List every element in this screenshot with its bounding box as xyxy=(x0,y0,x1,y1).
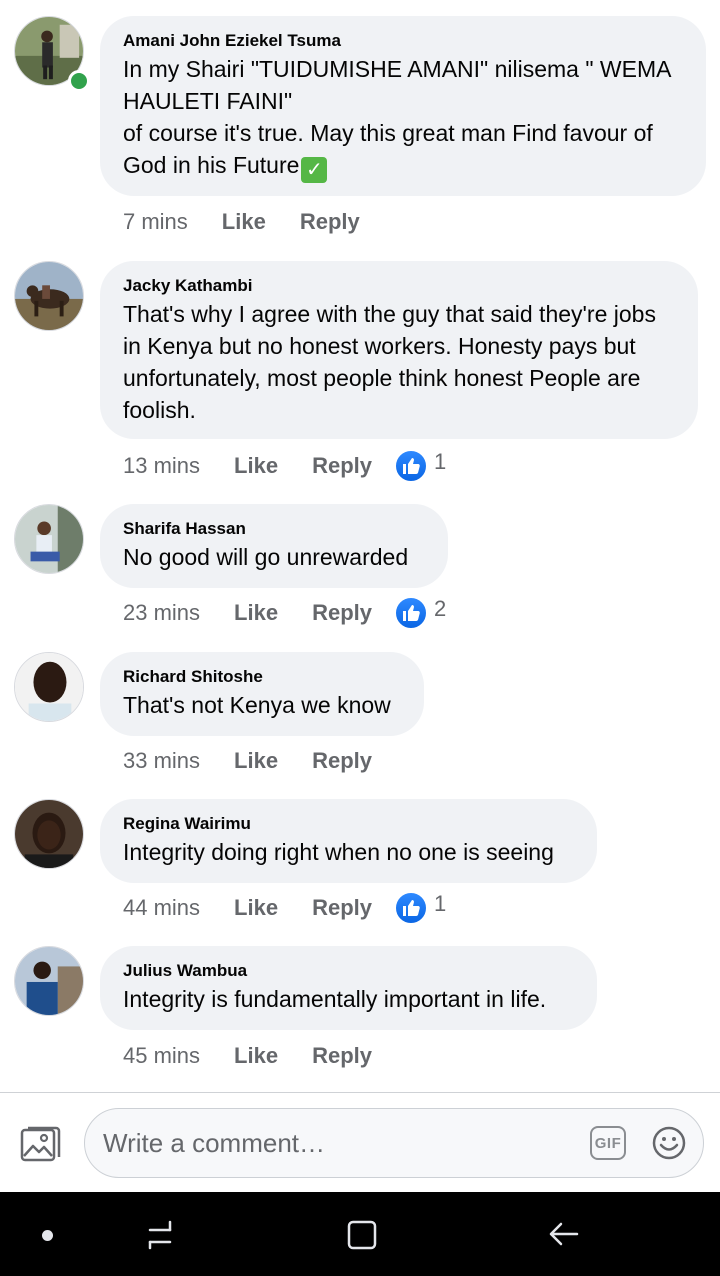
like-button[interactable]: Like xyxy=(234,895,278,921)
reaction-summary[interactable]: 1 xyxy=(394,891,446,925)
check-mark-emoji-icon: ✓ xyxy=(301,157,328,183)
like-button[interactable]: Like xyxy=(222,209,266,235)
system-navigation-bar xyxy=(0,1192,720,1276)
reply-button[interactable]: Reply xyxy=(312,600,372,626)
comment-text: That's not Kenya we know xyxy=(123,692,391,718)
comment-actions: 33 mins Like Reply xyxy=(123,744,372,778)
comment-timestamp[interactable]: 23 mins xyxy=(123,600,200,626)
like-button[interactable]: Like xyxy=(234,600,278,626)
comment-author[interactable]: Regina Wairimu xyxy=(123,812,573,836)
comment-text: No good will go unrewarded xyxy=(123,544,409,570)
reply-button[interactable]: Reply xyxy=(312,748,372,774)
comment-timestamp[interactable]: 13 mins xyxy=(123,453,200,479)
reply-button[interactable]: Reply xyxy=(312,895,372,921)
reaction-count: 1 xyxy=(434,449,447,474)
comment-input[interactable] xyxy=(103,1109,573,1177)
avatar[interactable] xyxy=(14,946,84,1016)
comment-author[interactable]: Amani John Eziekel Tsuma xyxy=(123,29,682,53)
comment-text: That's why I agree with the guy that sai… xyxy=(123,301,656,423)
reply-button[interactable]: Reply xyxy=(312,453,372,479)
comment-author[interactable]: Julius Wambua xyxy=(123,959,573,983)
home-icon[interactable] xyxy=(343,1216,379,1252)
avatar[interactable] xyxy=(14,504,84,574)
avatar[interactable] xyxy=(14,261,84,331)
comment-timestamp[interactable]: 44 mins xyxy=(123,895,200,921)
gif-button[interactable]: GIF xyxy=(590,1126,626,1160)
photo-icon[interactable] xyxy=(20,1124,62,1164)
avatar[interactable] xyxy=(14,799,84,869)
comment-timestamp[interactable]: 33 mins xyxy=(123,748,200,774)
comment-composer: GIF xyxy=(0,1092,720,1192)
comment-timestamp[interactable]: 45 mins xyxy=(123,1043,200,1069)
comment-actions: 23 mins Like Reply 2 xyxy=(123,596,446,630)
nav-dot-icon xyxy=(42,1230,53,1241)
comment-text: Integrity is fundamentally important in … xyxy=(123,986,547,1012)
reaction-count: 1 xyxy=(434,891,447,916)
like-button[interactable]: Like xyxy=(234,1043,278,1069)
comment-text: Integrity doing right when no one is see… xyxy=(123,839,554,865)
comments-list: Amani John Eziekel Tsuma In my Shairi "T… xyxy=(0,0,720,1092)
like-button[interactable]: Like xyxy=(234,453,278,479)
comment-author[interactable]: Sharifa Hassan xyxy=(123,517,424,541)
comment-input-box[interactable]: GIF xyxy=(84,1108,704,1178)
reply-button[interactable]: Reply xyxy=(300,209,360,235)
thumbs-up-icon xyxy=(394,449,428,483)
comment-actions: 7 mins Like Reply xyxy=(123,205,360,239)
comment-bubble[interactable]: Sharifa Hassan No good will go unrewarde… xyxy=(100,504,448,588)
comment-actions: 44 mins Like Reply 1 xyxy=(123,891,446,925)
comment-timestamp[interactable]: 7 mins xyxy=(123,209,188,235)
comment-bubble[interactable]: Richard Shitoshe That's not Kenya we kno… xyxy=(100,652,424,736)
like-button[interactable]: Like xyxy=(234,748,278,774)
comment-actions: 45 mins Like Reply xyxy=(123,1039,372,1073)
back-icon[interactable] xyxy=(545,1216,581,1252)
comment-bubble[interactable]: Jacky Kathambi That's why I agree with t… xyxy=(100,261,698,439)
comment-bubble[interactable]: Regina Wairimu Integrity doing right whe… xyxy=(100,799,597,883)
thumbs-up-icon xyxy=(394,596,428,630)
online-status-indicator xyxy=(68,70,90,92)
reply-button[interactable]: Reply xyxy=(312,1043,372,1069)
comment-bubble[interactable]: Julius Wambua Integrity is fundamentally… xyxy=(100,946,597,1030)
reaction-count: 2 xyxy=(434,596,447,621)
comment-actions: 13 mins Like Reply 1 xyxy=(123,449,446,483)
comment-bubble[interactable]: Amani John Eziekel Tsuma In my Shairi "T… xyxy=(100,16,706,196)
recent-apps-icon[interactable] xyxy=(142,1216,178,1252)
comment-text: In my Shairi "TUIDUMISHE AMANI" nilisema… xyxy=(123,56,671,183)
thumbs-up-icon xyxy=(394,891,428,925)
avatar[interactable] xyxy=(14,652,84,722)
reaction-summary[interactable]: 1 xyxy=(394,449,446,483)
comment-author[interactable]: Richard Shitoshe xyxy=(123,665,400,689)
comment-author[interactable]: Jacky Kathambi xyxy=(123,274,674,298)
emoji-icon[interactable] xyxy=(651,1125,687,1161)
reaction-summary[interactable]: 2 xyxy=(394,596,446,630)
